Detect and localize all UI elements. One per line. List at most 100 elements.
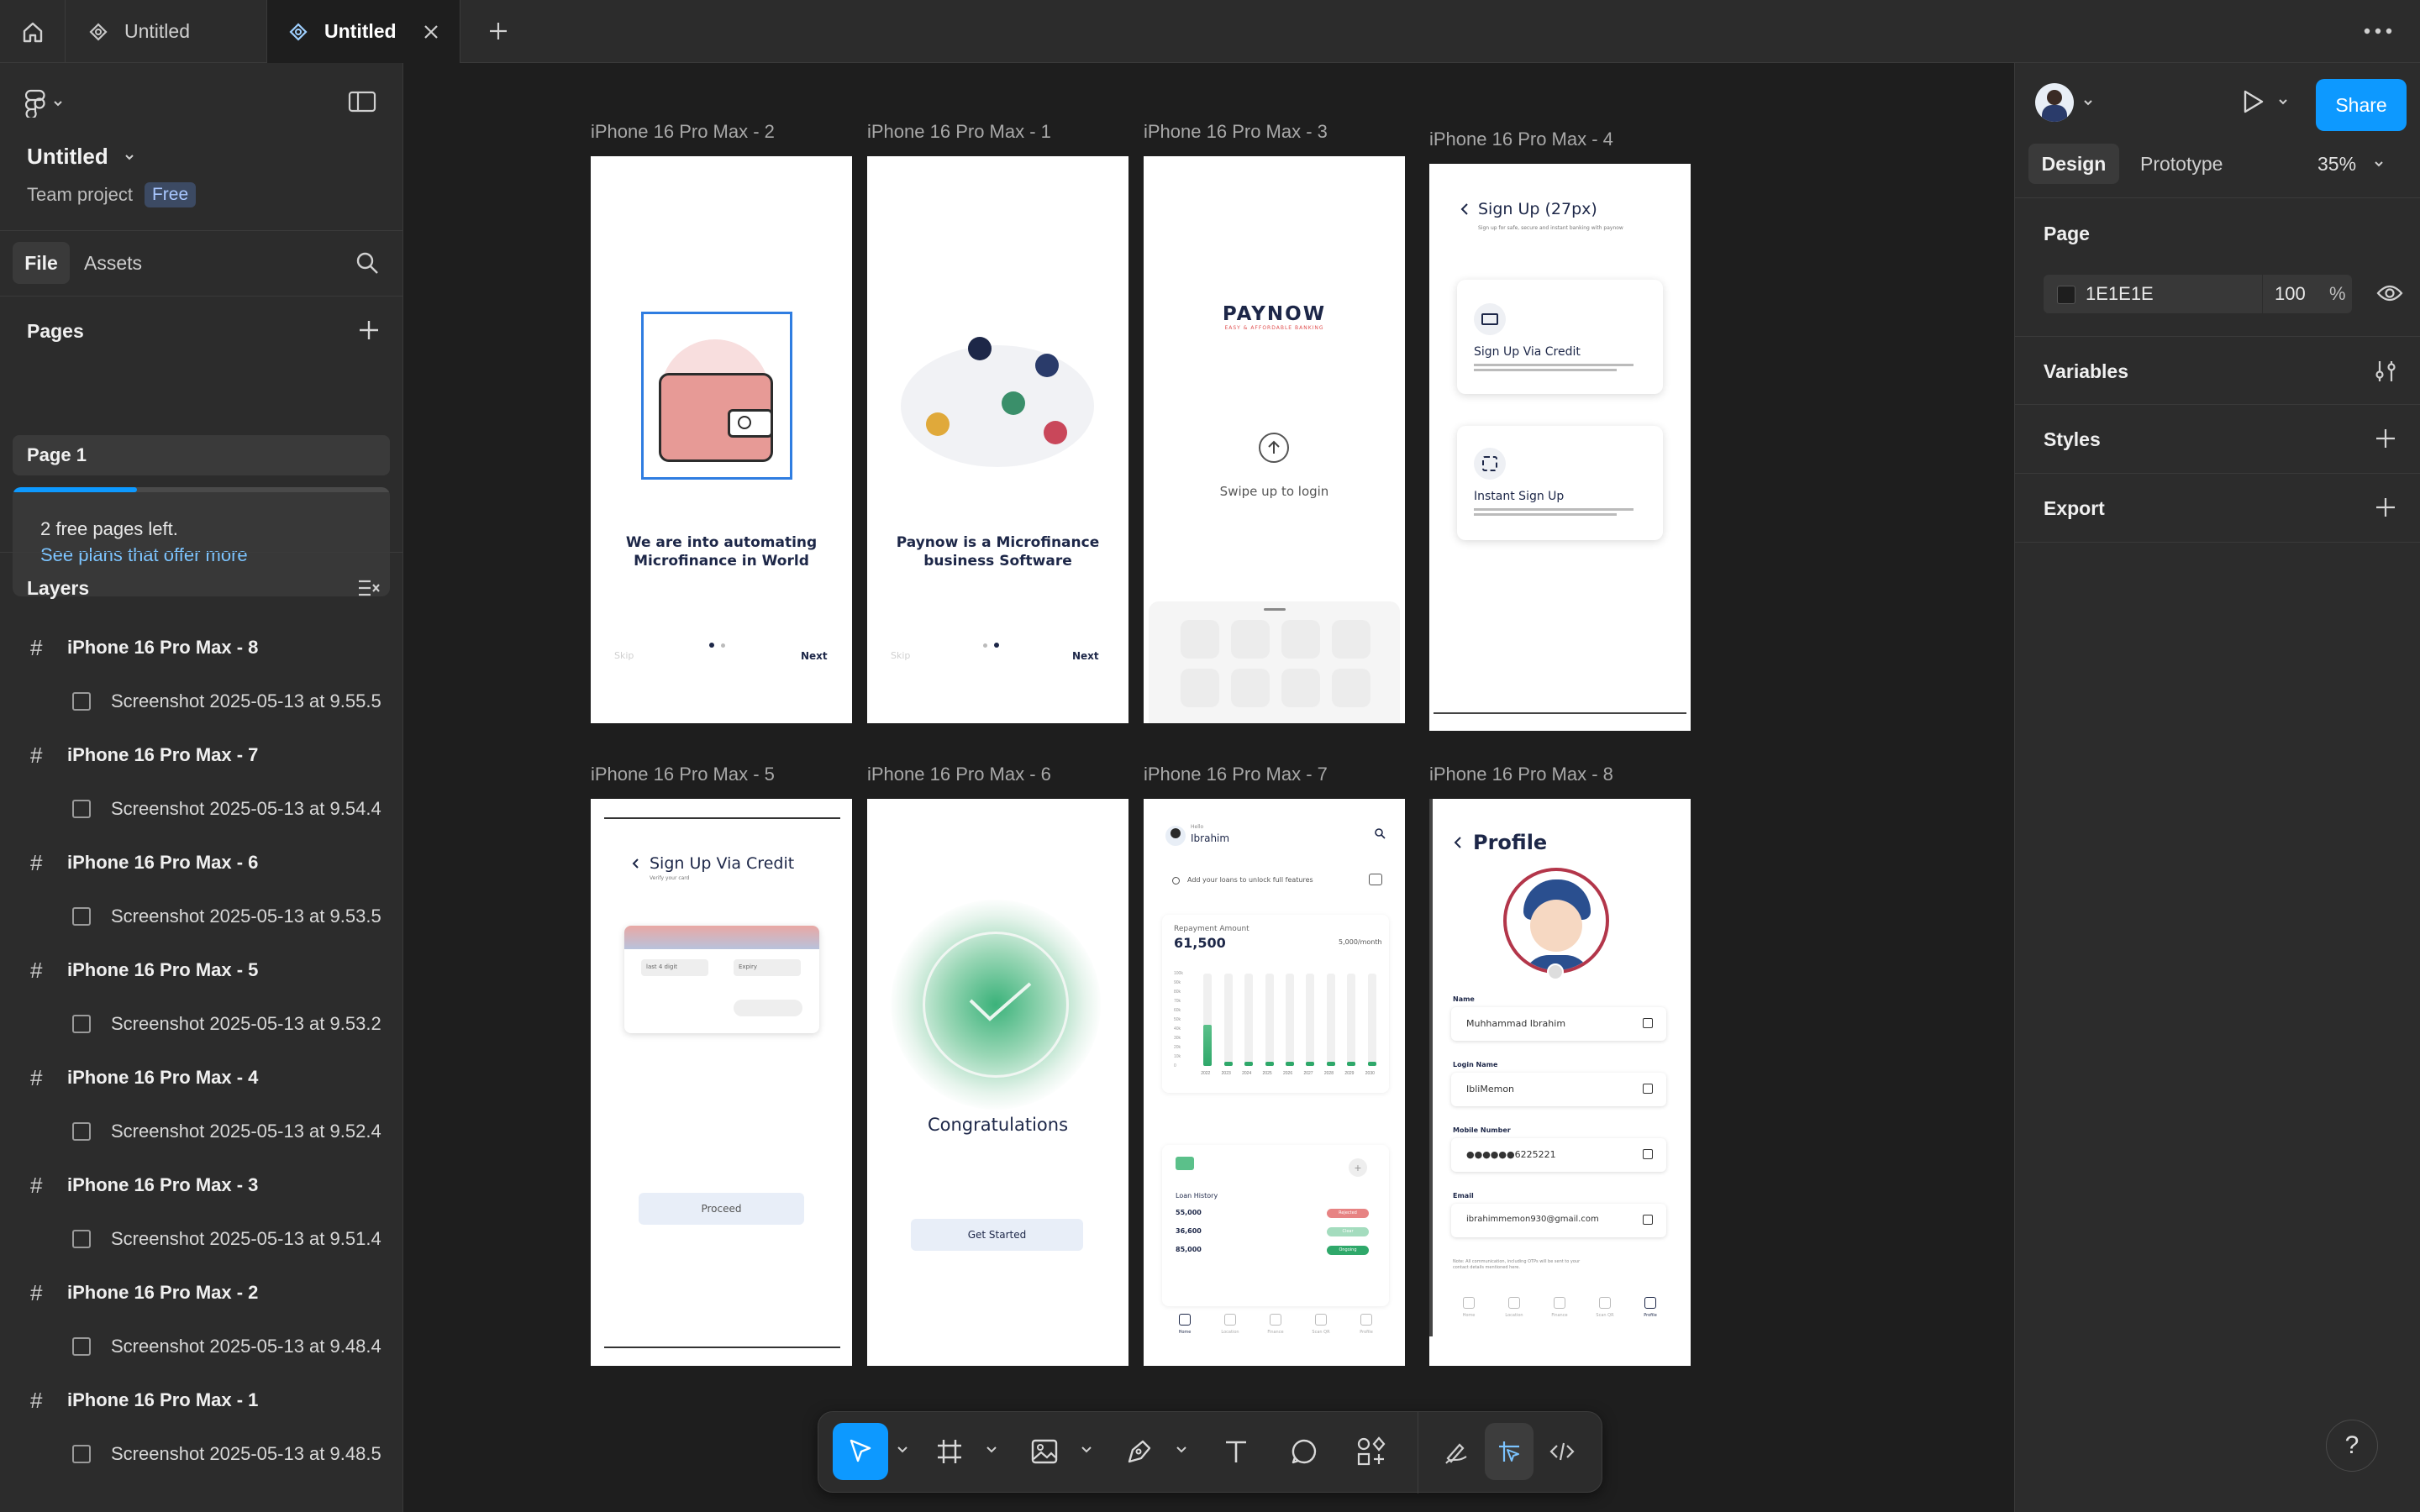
pen-tool[interactable] [1112,1423,1167,1480]
see-plans-link[interactable]: See plans that offer more [40,544,248,566]
profile-field[interactable]: ●●●●●●6225221 [1451,1138,1666,1172]
plus-icon[interactable] [2374,496,2397,519]
search-layers-button[interactable] [355,250,380,280]
profile-avatar[interactable] [1503,868,1609,974]
frame-iphone-16-pro-max-5[interactable]: Sign Up Via Credit Verify your card last… [591,799,852,1366]
layer-frame[interactable]: # iPhone 16 Pro Max - 2 [0,1266,403,1320]
layer-image[interactable]: Screenshot 2025-05-13 at 9.52.4 [0,1105,403,1158]
nav-item[interactable]: Scan QR [1582,1290,1628,1332]
signup-option-instant[interactable]: Instant Sign Up [1457,426,1663,540]
layer-frame[interactable]: # iPhone 16 Pro Max - 3 [0,1158,403,1212]
get-started-button[interactable]: Get Started [911,1219,1083,1251]
keypad-key[interactable] [1181,620,1219,659]
profile-field[interactable]: IbliMemon [1451,1073,1666,1106]
file-name[interactable]: Untitled [27,144,135,170]
image-tool[interactable] [1017,1423,1072,1480]
nav-item[interactable]: Location [1491,1290,1537,1332]
edit-icon[interactable] [1643,1149,1653,1159]
profile-field[interactable]: ibrahimmemon930@gmail.com [1451,1204,1666,1237]
layer-image[interactable]: Screenshot 2025-05-13 at 9.51.4 [0,1212,403,1266]
tab-design[interactable]: Design [2028,144,2119,184]
tab-prototype[interactable]: Prototype [2140,144,2223,184]
frame-iphone-16-pro-max-1[interactable]: Paynow is a Microfinance business Softwa… [867,156,1128,723]
draw-mode[interactable] [1432,1423,1481,1480]
proceed-button[interactable]: Proceed [639,1193,804,1225]
chevron-left-icon[interactable] [1460,202,1470,216]
layer-frame[interactable]: # iPhone 16 Pro Max - 7 [0,728,403,782]
layer-image[interactable]: Screenshot 2025-05-13 at 9.53.2 [0,997,403,1051]
add-page-button[interactable] [356,318,381,347]
layer-frame[interactable]: # iPhone 16 Pro Max - 5 [0,943,403,997]
present-button[interactable] [2240,88,2289,115]
swipe-up-icon[interactable] [1259,433,1289,463]
page-opacity[interactable]: 100 [2275,283,2306,305]
components-tool[interactable] [1344,1423,1399,1480]
layer-image[interactable]: Screenshot 2025-05-13 at 9.55.5 [0,675,403,728]
keypad-key[interactable] [1332,669,1370,707]
layer-image[interactable]: Screenshot 2025-05-13 at 9.48.4 [0,1320,403,1373]
canvas[interactable]: iPhone 16 Pro Max - 2 We are into automa… [404,63,2014,1512]
layer-image[interactable]: Screenshot 2025-05-13 at 9.53.5 [0,890,403,943]
frame-label[interactable]: iPhone 16 Pro Max - 7 [1144,764,1328,785]
toggle-sidebar-button[interactable] [348,90,378,117]
search-icon[interactable] [1374,827,1386,839]
chevron-left-icon[interactable] [631,858,639,869]
nav-item[interactable]: Home [1162,1307,1207,1349]
styles-section[interactable]: Styles [2015,405,2420,474]
keypad-key[interactable] [1281,620,1320,659]
frame-label[interactable]: iPhone 16 Pro Max - 8 [1429,764,1613,785]
design-mode[interactable] [1485,1423,1534,1480]
camera-icon[interactable] [1547,963,1564,980]
close-icon[interactable] [422,23,440,41]
expiry-input[interactable]: Expiry [734,959,801,976]
frame-label[interactable]: iPhone 16 Pro Max - 6 [867,764,1051,785]
sliders-icon[interactable] [2374,359,2397,384]
plus-icon[interactable] [2374,427,2397,450]
frame-label[interactable]: iPhone 16 Pro Max - 5 [591,764,775,785]
last4-input[interactable]: last 4 digit [641,959,708,976]
frame-label[interactable]: iPhone 16 Pro Max - 3 [1144,121,1328,143]
nav-item[interactable]: Finance [1537,1290,1582,1332]
nav-item[interactable]: Finance [1253,1307,1298,1349]
signup-option-credit[interactable]: Sign Up Via Credit [1457,280,1663,394]
profile-field[interactable]: Muhhammad Ibrahim [1451,1007,1666,1041]
keypad-key[interactable] [1231,620,1270,659]
tab-untitled-2[interactable]: Untitled [267,0,460,63]
layer-image[interactable]: Screenshot 2025-05-13 at 9.48.5 [0,1427,403,1481]
variables-section[interactable]: Variables [2015,336,2420,405]
keypad-key[interactable] [1181,669,1219,707]
frame-iphone-16-pro-max-4[interactable]: Sign Up (27px) Sign up for safe, secure … [1429,164,1691,731]
frame-iphone-16-pro-max-8[interactable]: Profile Name Muhhammad Ibrahim Login Name I… [1429,799,1691,1366]
text-tool[interactable] [1208,1423,1264,1480]
tab-file[interactable]: File [13,242,70,284]
nav-item[interactable]: Profile [1344,1307,1389,1349]
export-section[interactable]: Export [2015,474,2420,543]
chevron-down-icon[interactable] [984,1441,999,1457]
move-tool[interactable] [833,1423,888,1480]
skip-link[interactable]: Skip [614,650,634,661]
frame-iphone-16-pro-max-2[interactable]: We are into automating Microfinance in W… [591,156,852,723]
main-menu-button[interactable] [25,87,76,120]
share-button[interactable]: Share [2316,79,2407,131]
toggle-visibility-button[interactable] [2376,281,2403,309]
nav-item[interactable]: Scan QR [1298,1307,1344,1349]
layer-frame[interactable]: # iPhone 16 Pro Max - 8 [0,621,403,675]
nav-item[interactable]: Profile [1628,1290,1673,1332]
add-loan-button[interactable]: + [1349,1158,1367,1177]
layer-frame[interactable]: # iPhone 16 Pro Max - 6 [0,836,403,890]
tab-untitled-1[interactable]: Untitled [66,0,267,63]
layer-frame[interactable]: # iPhone 16 Pro Max - 1 [0,1373,403,1427]
tab-assets[interactable]: Assets [84,242,142,284]
page-fill-field[interactable]: 1E1E1E 100 % [2044,275,2352,313]
frame-label[interactable]: iPhone 16 Pro Max - 2 [591,121,775,143]
next-button[interactable]: Next [801,650,828,662]
page-item-page-1[interactable]: Page 1 [13,435,390,475]
color-swatch[interactable] [2057,286,2075,304]
plan-badge[interactable]: Free [144,182,197,207]
chevron-down-icon[interactable] [1174,1441,1189,1457]
chevron-down-icon[interactable] [895,1441,910,1457]
frame-label[interactable]: iPhone 16 Pro Max - 4 [1429,129,1613,150]
frame-tool[interactable] [922,1423,977,1480]
edit-icon[interactable] [1643,1018,1653,1028]
frame-iphone-16-pro-max-3[interactable]: PAYNOW EASY & AFFORDABLE BANKING Swipe u… [1144,156,1405,723]
